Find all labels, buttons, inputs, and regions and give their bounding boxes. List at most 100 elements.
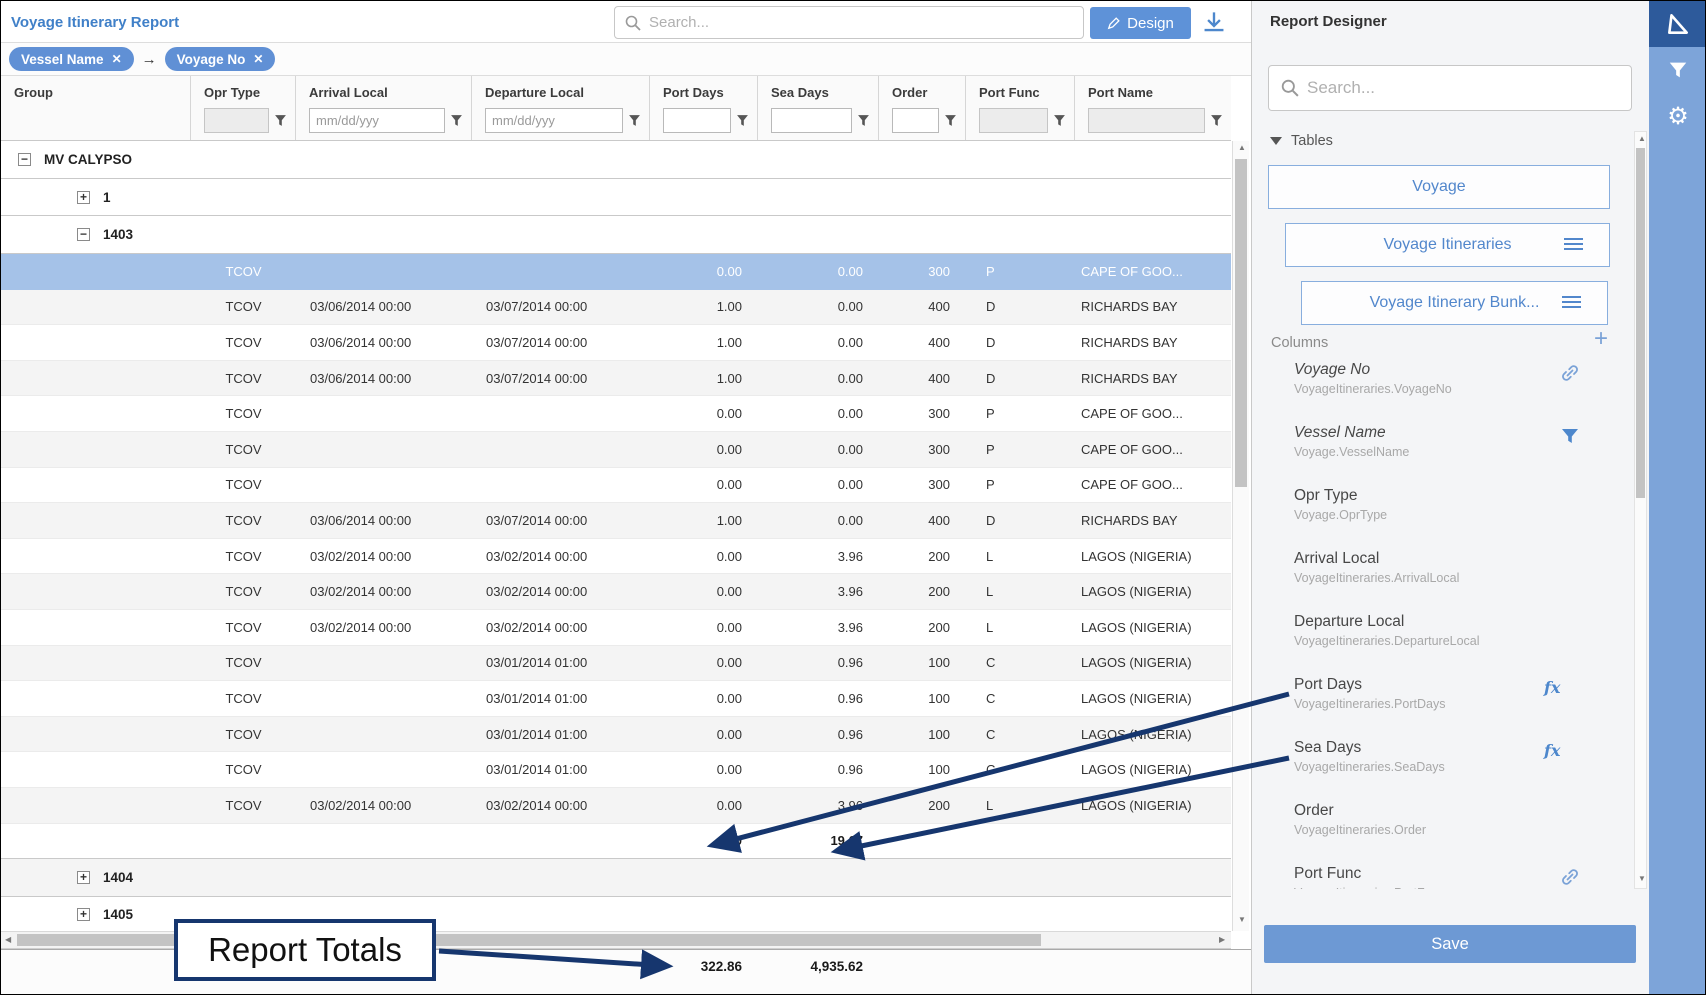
column-item-voyage-no[interactable]: Voyage No VoyageItineraries.VoyageNo <box>1294 361 1632 396</box>
cell-port_days: 0.00 <box>650 788 758 823</box>
vertical-scroll-thumb[interactable] <box>1235 159 1247 487</box>
column-title: Arrival Local <box>309 85 463 100</box>
group-row-1404[interactable]: +1404 <box>1 859 1231 897</box>
table-row[interactable]: TCOV03/01/2014 01:000.000.96100CLAGOS (N… <box>1 752 1231 788</box>
main-search[interactable] <box>614 6 1084 39</box>
design-mode-button[interactable] <box>1649 1 1706 47</box>
table-row[interactable]: TCOV03/02/2014 00:0003/02/2014 00:000.00… <box>1 539 1231 575</box>
filter-input-port_func[interactable] <box>979 108 1048 133</box>
funnel-icon[interactable] <box>1560 426 1580 446</box>
table-row[interactable]: TCOV03/02/2014 00:0003/02/2014 00:000.00… <box>1 788 1231 824</box>
scroll-left-icon[interactable]: ◀ <box>5 936 11 944</box>
group-row-1[interactable]: +1 <box>1 179 1231 217</box>
link-icon[interactable] <box>1560 363 1580 383</box>
column-header-port_days[interactable]: Port Days <box>650 76 758 140</box>
table-row[interactable]: TCOV03/02/2014 00:0003/02/2014 00:000.00… <box>1 574 1231 610</box>
expand-icon[interactable]: + <box>77 871 90 884</box>
table-row[interactable]: TCOV03/06/2014 00:0003/07/2014 00:001.00… <box>1 290 1231 326</box>
group-chip-vessel-name[interactable]: Vessel Name✕ <box>9 47 134 71</box>
table-row[interactable]: TCOV03/06/2014 00:0003/07/2014 00:001.00… <box>1 361 1231 397</box>
collapse-icon[interactable]: − <box>77 228 90 241</box>
column-header-departure[interactable]: Departure Local <box>472 76 650 140</box>
filter-input-order[interactable] <box>892 108 939 133</box>
column-item-order[interactable]: Order VoyageItineraries.Order <box>1294 802 1632 837</box>
group-row-1403[interactable]: −1403 <box>1 216 1231 254</box>
horizontal-scroll-thumb[interactable] <box>17 934 1041 946</box>
panel-search-input[interactable] <box>1307 78 1619 98</box>
menu-icon[interactable] <box>1564 238 1583 253</box>
table-row[interactable]: TCOV0.000.00300PCAPE OF GOO... <box>1 254 1231 290</box>
scroll-up-icon[interactable]: ▲ <box>1238 144 1246 152</box>
collapse-icon[interactable]: − <box>18 153 31 166</box>
panel-scrollbar[interactable]: ▲ ▼ <box>1634 131 1647 889</box>
table-item-voyage-itinerary-bunk-[interactable]: Voyage Itinerary Bunk... <box>1301 281 1608 325</box>
table-row[interactable]: TCOV0.000.00300PCAPE OF GOO... <box>1 432 1231 468</box>
filter-input-port_days[interactable] <box>663 108 731 133</box>
column-header-opr_type[interactable]: Opr Type <box>191 76 296 140</box>
panel-scroll-thumb[interactable] <box>1636 148 1645 498</box>
formula-icon[interactable]: fx <box>1544 741 1564 761</box>
column-title: Departure Local <box>485 85 641 100</box>
cell-arrival: 03/02/2014 00:00 <box>296 574 472 609</box>
table-item-voyage[interactable]: Voyage <box>1268 165 1610 209</box>
expand-icon[interactable]: + <box>77 191 90 204</box>
table-row[interactable]: TCOV03/01/2014 01:000.000.96100CLAGOS (N… <box>1 717 1231 753</box>
column-item-port-days[interactable]: Port Days VoyageItineraries.PortDaysfx <box>1294 676 1632 711</box>
column-item-opr-type[interactable]: Opr Type Voyage.OprType <box>1294 487 1632 522</box>
funnel-icon[interactable] <box>450 114 463 127</box>
filter-input-opr_type[interactable] <box>204 108 269 133</box>
column-header-order[interactable]: Order <box>879 76 966 140</box>
filter-input-departure[interactable] <box>485 108 623 133</box>
table-row[interactable]: TCOV0.000.00300PCAPE OF GOO... <box>1 396 1231 432</box>
table-row[interactable]: TCOV03/01/2014 01:000.000.96100CLAGOS (N… <box>1 681 1231 717</box>
column-item-port-func[interactable]: Port Func VoyageItineraries.PortFunc <box>1294 865 1632 889</box>
main-search-input[interactable] <box>649 14 1073 31</box>
save-button[interactable]: Save <box>1264 925 1636 963</box>
table-row[interactable]: TCOV03/02/2014 00:0003/02/2014 00:000.00… <box>1 610 1231 646</box>
scroll-down-icon[interactable]: ▼ <box>1638 875 1646 883</box>
settings-button[interactable]: ⚙ <box>1649 93 1706 139</box>
scroll-up-icon[interactable]: ▲ <box>1638 135 1646 143</box>
column-item-departure-local[interactable]: Departure Local VoyageItineraries.Depart… <box>1294 613 1632 648</box>
add-column-icon[interactable]: + <box>1594 325 1608 353</box>
filter-input-arrival[interactable] <box>309 108 445 133</box>
close-icon[interactable]: ✕ <box>112 52 122 66</box>
funnel-icon[interactable] <box>857 114 870 127</box>
column-header-port_name[interactable]: Port Name <box>1075 76 1231 140</box>
column-item-arrival-local[interactable]: Arrival Local VoyageItineraries.ArrivalL… <box>1294 550 1632 585</box>
table-row[interactable]: TCOV03/06/2014 00:0003/07/2014 00:001.00… <box>1 325 1231 361</box>
panel-search[interactable] <box>1268 65 1632 111</box>
filter-panel-button[interactable] <box>1649 47 1706 93</box>
link-icon[interactable] <box>1560 867 1580 887</box>
table-row[interactable]: TCOV03/01/2014 01:000.000.96100CLAGOS (N… <box>1 646 1231 682</box>
funnel-icon[interactable] <box>944 114 957 127</box>
download-icon[interactable] <box>1199 10 1229 36</box>
filter-input-sea_days[interactable] <box>771 108 852 133</box>
design-button[interactable]: Design <box>1090 7 1191 39</box>
filter-input-port_name[interactable] <box>1088 108 1205 133</box>
vertical-scrollbar[interactable]: ▲ ▼ <box>1232 141 1249 931</box>
group-row-mv-calypso[interactable]: −MV CALYPSO <box>1 141 1231 179</box>
scroll-right-icon[interactable]: ▶ <box>1219 936 1225 944</box>
funnel-icon[interactable] <box>628 114 641 127</box>
column-item-sea-days[interactable]: Sea Days VoyageItineraries.SeaDaysfx <box>1294 739 1632 774</box>
scroll-down-icon[interactable]: ▼ <box>1238 916 1246 924</box>
column-header-group[interactable]: Group <box>1 76 191 140</box>
funnel-icon[interactable] <box>1210 114 1223 127</box>
menu-icon[interactable] <box>1562 296 1581 311</box>
table-row[interactable]: TCOV03/06/2014 00:0003/07/2014 00:001.00… <box>1 503 1231 539</box>
column-header-sea_days[interactable]: Sea Days <box>758 76 879 140</box>
funnel-icon[interactable] <box>1053 114 1066 127</box>
column-header-port_func[interactable]: Port Func <box>966 76 1075 140</box>
column-header-arrival[interactable]: Arrival Local <box>296 76 472 140</box>
funnel-icon[interactable] <box>274 114 287 127</box>
close-icon[interactable]: ✕ <box>253 52 263 66</box>
tables-section-toggle[interactable]: Tables <box>1270 133 1333 149</box>
formula-icon[interactable]: fx <box>1544 678 1564 698</box>
group-chip-voyage-no[interactable]: Voyage No✕ <box>165 47 276 71</box>
funnel-icon[interactable] <box>736 114 749 127</box>
table-row[interactable]: TCOV0.000.00300PCAPE OF GOO... <box>1 468 1231 504</box>
column-item-vessel-name[interactable]: Vessel Name Voyage.VesselName <box>1294 424 1632 459</box>
expand-icon[interactable]: + <box>77 908 90 921</box>
table-item-voyage-itineraries[interactable]: Voyage Itineraries <box>1285 223 1610 267</box>
